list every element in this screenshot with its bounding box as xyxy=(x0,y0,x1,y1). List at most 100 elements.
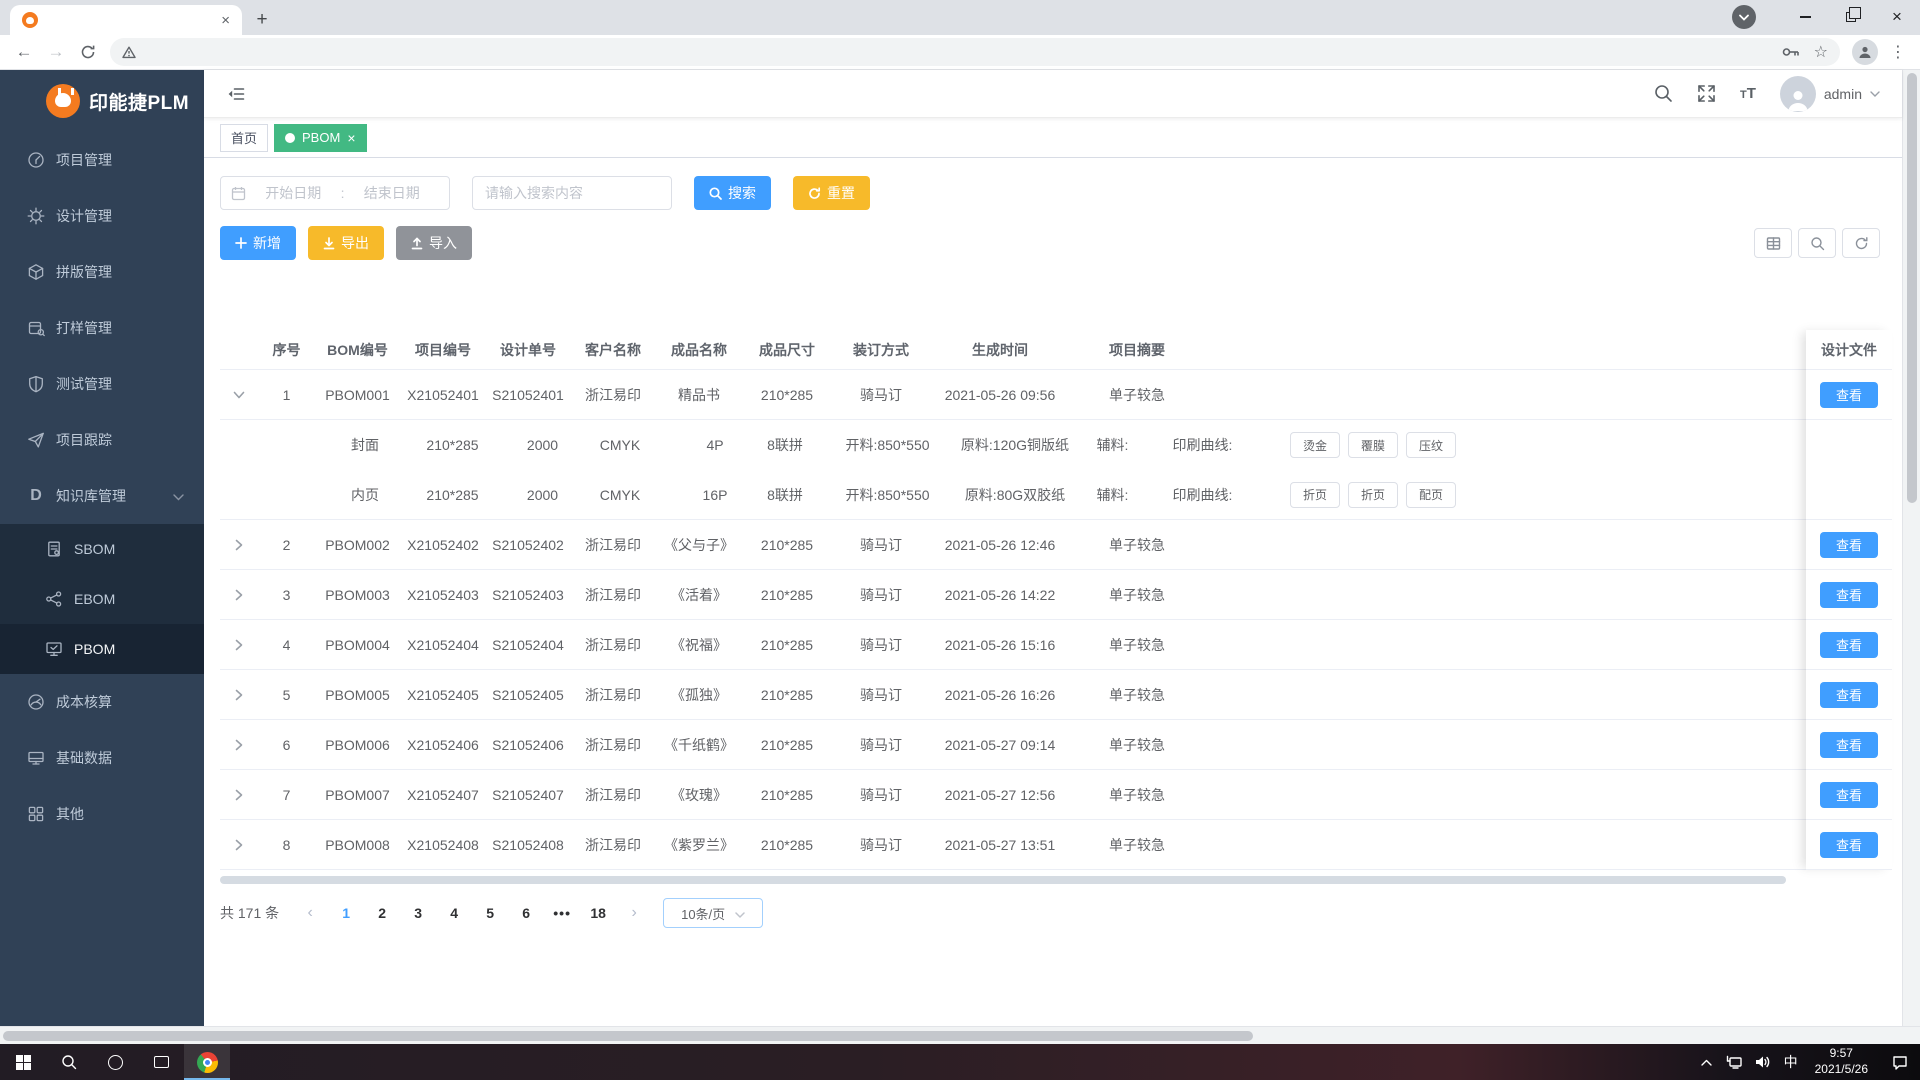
expand-row-icon[interactable] xyxy=(220,589,258,601)
header-search-icon[interactable] xyxy=(1654,84,1673,103)
close-button[interactable]: × xyxy=(1874,0,1920,34)
page-size-select[interactable]: 10条/页 xyxy=(663,898,764,928)
page-number-4[interactable]: 4 xyxy=(437,898,471,928)
page-number-2[interactable]: 2 xyxy=(365,898,399,928)
view-button[interactable]: 查看 xyxy=(1820,381,1878,408)
sidebar-item-ebom[interactable]: EBOM xyxy=(0,574,204,624)
view-button[interactable]: 查看 xyxy=(1820,531,1878,558)
collapse-row-icon[interactable] xyxy=(220,389,258,401)
process-tag-chip[interactable]: 压纹 xyxy=(1406,432,1456,458)
fullscreen-icon[interactable] xyxy=(1697,84,1716,103)
browser-menu-icon[interactable]: ⋮ xyxy=(1886,42,1910,62)
sidebar-item-basedata[interactable]: 基础数据 xyxy=(0,730,204,786)
table-row[interactable]: 6 PBOM006 X21052406 S21052406 浙江易印 《千纸鹤》 210*2… xyxy=(220,720,1892,770)
page-horizontal-scrollbar[interactable] xyxy=(0,1026,1920,1044)
table-row[interactable]: 8 PBOM008 X21052408 S21052408 浙江易印 《紫罗兰》 210*2… xyxy=(220,820,1892,870)
address-bar[interactable]: ☆ xyxy=(110,38,1840,66)
page-vertical-scrollbar[interactable] xyxy=(1902,70,1920,1026)
tab-tag-首页[interactable]: 首页 xyxy=(220,123,269,152)
date-range-input[interactable]: 开始日期 : 结束日期 xyxy=(220,176,450,210)
new-tab-button[interactable]: + xyxy=(248,6,276,34)
task-view-icon[interactable] xyxy=(138,1044,184,1080)
process-tag-chip[interactable]: 配页 xyxy=(1406,481,1456,508)
search-button[interactable]: 搜索 xyxy=(694,176,771,210)
sidebar-item-proof[interactable]: 打样管理 xyxy=(0,300,204,356)
back-icon[interactable]: ← xyxy=(10,38,38,66)
cortana-icon[interactable] xyxy=(92,1044,138,1080)
action-center-icon[interactable] xyxy=(1880,1044,1920,1080)
font-size-icon[interactable]: TT xyxy=(1740,85,1756,102)
page-number-3[interactable]: 3 xyxy=(401,898,435,928)
collapse-menu-icon[interactable] xyxy=(226,84,246,104)
table-refresh-icon[interactable] xyxy=(1842,228,1880,258)
table-view-icon[interactable] xyxy=(1754,228,1792,258)
column-search-icon[interactable] xyxy=(1798,228,1836,258)
table-row[interactable]: 4 PBOM004 X21052404 S21052404 浙江易印 《祝福》 210*28… xyxy=(220,620,1892,670)
export-button[interactable]: 导出 xyxy=(308,226,384,260)
tag-close-icon[interactable]: × xyxy=(347,131,355,145)
network-icon[interactable] xyxy=(1721,1044,1749,1080)
browser-profile-icon[interactable] xyxy=(1852,39,1878,65)
ime-indicator[interactable]: 中 xyxy=(1777,1044,1805,1080)
next-page-icon[interactable]: › xyxy=(617,898,651,928)
sidebar-item-design[interactable]: 设计管理 xyxy=(0,188,204,244)
expand-row-icon[interactable] xyxy=(220,789,258,801)
sidebar-item-knowledge[interactable]: D 知识库管理 xyxy=(0,468,204,524)
tab-tag-PBOM[interactable]: PBOM × xyxy=(274,123,367,152)
tab-close-icon[interactable]: × xyxy=(221,13,230,28)
view-button[interactable]: 查看 xyxy=(1820,681,1878,708)
process-tag-chip[interactable]: 覆膜 xyxy=(1348,432,1398,458)
process-tag-chip[interactable]: 烫金 xyxy=(1290,432,1340,458)
search-input[interactable] xyxy=(472,176,672,210)
prev-page-icon[interactable]: ‹ xyxy=(293,898,327,928)
sidebar-item-pbom[interactable]: PBOM xyxy=(0,624,204,674)
tray-expand-icon[interactable] xyxy=(1693,1044,1721,1080)
process-tag-chip[interactable]: 折页 xyxy=(1348,481,1398,508)
taskbar-clock[interactable]: 9:57 2021/5/26 xyxy=(1815,1046,1868,1077)
reset-button[interactable]: 重置 xyxy=(793,176,870,210)
page-number-6[interactable]: 6 xyxy=(509,898,543,928)
sidebar-item-impose[interactable]: 拼版管理 xyxy=(0,244,204,300)
sidebar-item-tracking[interactable]: 项目跟踪 xyxy=(0,412,204,468)
import-button[interactable]: 导入 xyxy=(396,226,472,260)
password-key-icon[interactable] xyxy=(1782,46,1800,58)
expand-row-icon[interactable] xyxy=(220,689,258,701)
process-tag-chip[interactable]: 折页 xyxy=(1290,481,1340,508)
view-button[interactable]: 查看 xyxy=(1820,831,1878,858)
windows-start-icon[interactable] xyxy=(0,1044,46,1080)
sidebar-item-other[interactable]: 其他 xyxy=(0,786,204,842)
restore-button[interactable] xyxy=(1828,0,1874,34)
sidebar-item-sbom[interactable]: SBOM xyxy=(0,524,204,574)
add-button[interactable]: 新增 xyxy=(220,226,296,260)
table-row[interactable]: 5 PBOM005 X21052405 S21052405 浙江易印 《孤独》 210*28… xyxy=(220,670,1892,720)
table-row[interactable]: 1 PBOM001 X21052401 S21052401 浙江易印 精品书 210*285… xyxy=(220,370,1892,420)
view-button[interactable]: 查看 xyxy=(1820,731,1878,758)
forward-icon[interactable]: → xyxy=(42,38,70,66)
view-button[interactable]: 查看 xyxy=(1820,631,1878,658)
table-row[interactable]: 3 PBOM003 X21052403 S21052403 浙江易印 《活着》 210*28… xyxy=(220,570,1892,620)
user-menu[interactable]: admin xyxy=(1779,75,1880,112)
expand-row-icon[interactable] xyxy=(220,539,258,551)
tab-search-icon[interactable] xyxy=(1732,5,1756,29)
volume-icon[interactable] xyxy=(1749,1044,1777,1080)
expand-row-icon[interactable] xyxy=(220,839,258,851)
taskbar-search-icon[interactable] xyxy=(46,1044,92,1080)
table-row[interactable]: 7 PBOM007 X21052407 S21052407 浙江易印 《玫瑰》 210*28… xyxy=(220,770,1892,820)
sidebar-item-project[interactable]: 项目管理 xyxy=(0,132,204,188)
chrome-icon[interactable] xyxy=(184,1044,230,1080)
page-number-18[interactable]: 18 xyxy=(581,898,615,928)
expand-row-icon[interactable] xyxy=(220,739,258,751)
expand-row-icon[interactable] xyxy=(220,639,258,651)
sidebar-item-test[interactable]: 测试管理 xyxy=(0,356,204,412)
page-number-5[interactable]: 5 xyxy=(473,898,507,928)
bookmark-star-icon[interactable]: ☆ xyxy=(1814,42,1828,62)
browser-tab[interactable]: × xyxy=(10,5,242,35)
view-button[interactable]: 查看 xyxy=(1820,781,1878,808)
table-row[interactable]: 2 PBOM002 X21052402 S21052402 浙江易印 《父与子》 210*2… xyxy=(220,520,1892,570)
page-number-1[interactable]: 1 xyxy=(329,898,363,928)
minimize-button[interactable] xyxy=(1782,0,1828,34)
table-hscrollbar[interactable] xyxy=(220,876,1802,884)
view-button[interactable]: 查看 xyxy=(1820,581,1878,608)
sidebar-item-cost[interactable]: 成本核算 xyxy=(0,674,204,730)
reload-icon[interactable] xyxy=(74,38,102,66)
